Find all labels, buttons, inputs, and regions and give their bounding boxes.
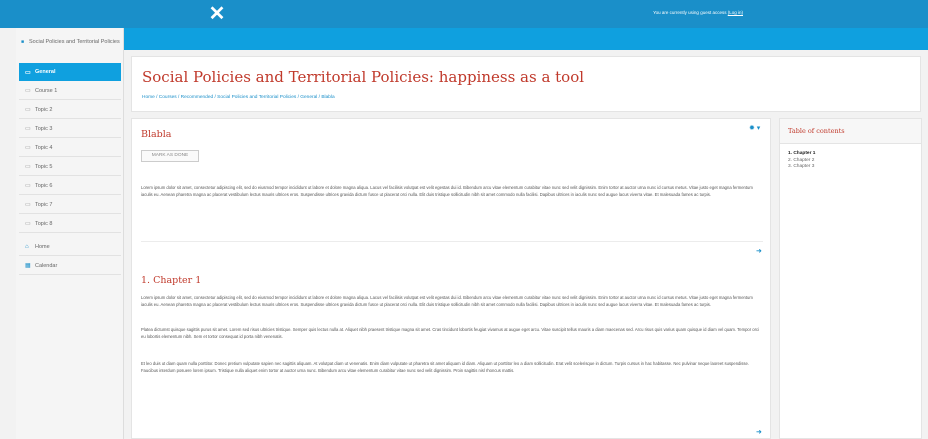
header-banner xyxy=(124,28,928,50)
sidebar-item-topic-8[interactable]: ▭ Topic 8 xyxy=(19,215,121,233)
sidebar-item-label: Topic 2 xyxy=(35,106,53,113)
calendar-icon: ▦ xyxy=(25,263,31,269)
sidebar-item-topic-3[interactable]: ▭ Topic 3 xyxy=(19,120,121,138)
sidebar-item-topic-2[interactable]: ▭ Topic 2 xyxy=(19,101,121,119)
course-sidebar: ■ Social Policies and Territorial Polici… xyxy=(16,28,124,439)
folder-icon: ▭ xyxy=(25,183,31,189)
folder-icon: ▭ xyxy=(25,88,31,94)
chapter-paragraph: Lorem ipsum dolor sit amet, consectetur … xyxy=(141,295,753,307)
sidebar-course-name: Social Policies and Territorial Policies xyxy=(29,39,120,45)
sidebar-item-label: Home xyxy=(35,243,50,250)
main-content: Blabla ✹ ▾ MARK AS DONE Lorem ipsum dolo… xyxy=(131,118,771,439)
divider xyxy=(141,241,763,242)
sidebar-item-label: Topic 4 xyxy=(35,144,53,151)
sidebar-item-label: Topic 3 xyxy=(35,125,53,132)
folder-icon: ▭ xyxy=(25,126,31,132)
guest-access-notice: You are currently using guest access (Lo… xyxy=(653,10,743,15)
folder-icon: ▭ xyxy=(25,145,31,151)
sidebar-item-label: Topic 6 xyxy=(35,182,53,189)
folder-icon: ▭ xyxy=(25,69,31,76)
chapter-title: 1. Chapter 1 xyxy=(141,275,202,286)
page-header: Social Policies and Territorial Policies… xyxy=(131,56,921,112)
toc-item-chapter-3[interactable]: 3. Chapter 3 xyxy=(788,164,921,171)
folder-icon: ▭ xyxy=(25,107,31,113)
sidebar-item-label: General xyxy=(35,69,56,75)
sidebar-item-label: Calendar xyxy=(35,262,58,269)
sidebar-item-label: Course 1 xyxy=(35,87,58,94)
arrow-right-icon[interactable]: ➜ xyxy=(756,428,762,436)
sidebar-item-home[interactable]: ⌂ Home xyxy=(19,238,121,256)
page-title: Social Policies and Territorial Policies… xyxy=(142,68,585,86)
breadcrumb[interactable]: Home / Courses / Recommended / Social Po… xyxy=(142,95,335,100)
chapter-paragraph: Platea dictumst quisque sagittis purus s… xyxy=(141,327,760,339)
section-title: Blabla xyxy=(141,129,172,140)
sidebar-item-topic-7[interactable]: ▭ Topic 7 xyxy=(19,196,121,214)
sidebar-item-label: Topic 7 xyxy=(35,201,53,208)
folder-icon: ▭ xyxy=(25,202,31,208)
sidebar-item-label: Topic 5 xyxy=(35,163,53,170)
mark-as-done-button[interactable]: MARK AS DONE xyxy=(141,150,199,162)
site-logo[interactable]: ✕ xyxy=(205,3,229,25)
folder-icon: ▭ xyxy=(25,221,31,227)
top-navbar: ✕ You are currently using guest access (… xyxy=(0,0,928,28)
sidebar-item-topic-5[interactable]: ▭ Topic 5 xyxy=(19,158,121,176)
chapter-paragraph: Et leo duis ut diam quam nulla porttitor… xyxy=(141,361,749,373)
sidebar-item-label: Topic 8 xyxy=(35,220,53,227)
guest-access-text: You are currently using guest access xyxy=(653,10,727,15)
gear-icon[interactable]: ✹ ▾ xyxy=(749,124,760,132)
sidebar-item-topic-6[interactable]: ▭ Topic 6 xyxy=(19,177,121,195)
arrow-right-icon[interactable]: ➜ xyxy=(756,247,762,255)
sidebar-item-general[interactable]: ▭ General xyxy=(19,63,121,81)
sidebar-item-topic-4[interactable]: ▭ Topic 4 xyxy=(19,139,121,157)
login-link[interactable]: (Log in) xyxy=(728,10,743,15)
toc-title: Table of contents xyxy=(780,119,921,144)
toc-list: 1. Chapter 1 2. Chapter 2 3. Chapter 3 xyxy=(780,144,921,171)
intro-text: Lorem ipsum dolor sit amet, consectetur … xyxy=(141,185,753,197)
sidebar-item-calendar[interactable]: ▦ Calendar xyxy=(19,257,121,275)
sidebar-item-course-1[interactable]: ▭ Course 1 xyxy=(19,82,121,100)
folder-icon: ▭ xyxy=(25,164,31,170)
home-icon: ⌂ xyxy=(25,243,29,250)
graduation-cap-icon: ■ xyxy=(21,39,25,45)
sidebar-course-link[interactable]: ■ Social Policies and Territorial Polici… xyxy=(16,28,123,62)
table-of-contents: Table of contents 1. Chapter 1 2. Chapte… xyxy=(779,118,922,439)
